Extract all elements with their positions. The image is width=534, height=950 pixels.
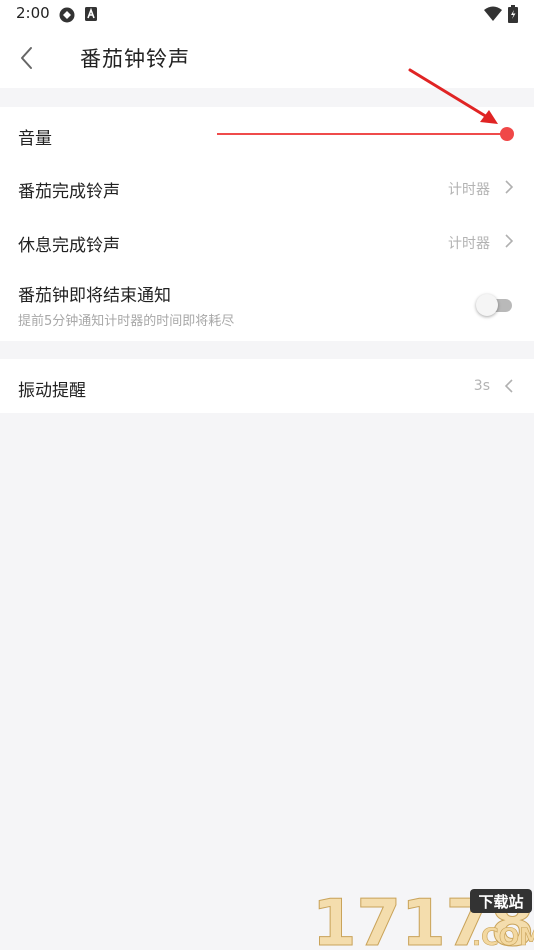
tomato-ring-label: 番茄完成铃声 — [18, 182, 120, 202]
chevron-left-icon — [21, 47, 32, 69]
svg-text:下载站: 下载站 — [478, 893, 523, 911]
ending-notice-toggle[interactable] — [476, 294, 514, 316]
volume-slider[interactable] — [217, 133, 507, 135]
volume-label: 音量 — [18, 129, 52, 149]
wifi-icon — [484, 6, 502, 26]
chevron-right-icon — [504, 233, 514, 253]
vibration-label: 振动提醒 — [18, 381, 86, 401]
ending-notice-row: 番茄钟即将结束通知 提前5分钟通知计时器的时间即将耗尽 — [0, 269, 534, 341]
notification-a-icon — [84, 6, 98, 26]
rest-ring-label: 休息完成铃声 — [18, 236, 120, 256]
vibration-row[interactable]: 振动提醒 3s — [0, 359, 534, 413]
page-title: 番茄钟铃声 — [80, 47, 190, 71]
tomato-ring-value: 计时器 — [448, 182, 490, 198]
rest-ring-row[interactable]: 休息完成铃声 计时器 — [0, 215, 534, 269]
annotation-arrow-icon — [408, 68, 498, 124]
ending-notice-label: 番茄钟即将结束通知 — [18, 286, 171, 306]
back-button[interactable] — [12, 42, 42, 74]
rest-ring-value: 计时器 — [448, 236, 490, 252]
ending-notice-description: 提前5分钟通知计时器的时间即将耗尽 — [18, 314, 235, 329]
battery-icon — [508, 5, 518, 27]
tomato-ring-row[interactable]: 番茄完成铃声 计时器 — [0, 161, 534, 215]
svg-text:.COM: .COM — [472, 923, 534, 950]
sync-icon — [58, 6, 76, 28]
status-time: 2:00 — [16, 4, 50, 22]
watermark-logo: 17178 下载站 .COM — [312, 887, 534, 950]
chevron-left-icon — [504, 378, 514, 398]
vibration-value: 3s — [473, 378, 490, 394]
chevron-right-icon — [504, 179, 514, 199]
status-bar: 2:00 — [0, 0, 534, 28]
toggle-knob — [476, 294, 498, 316]
